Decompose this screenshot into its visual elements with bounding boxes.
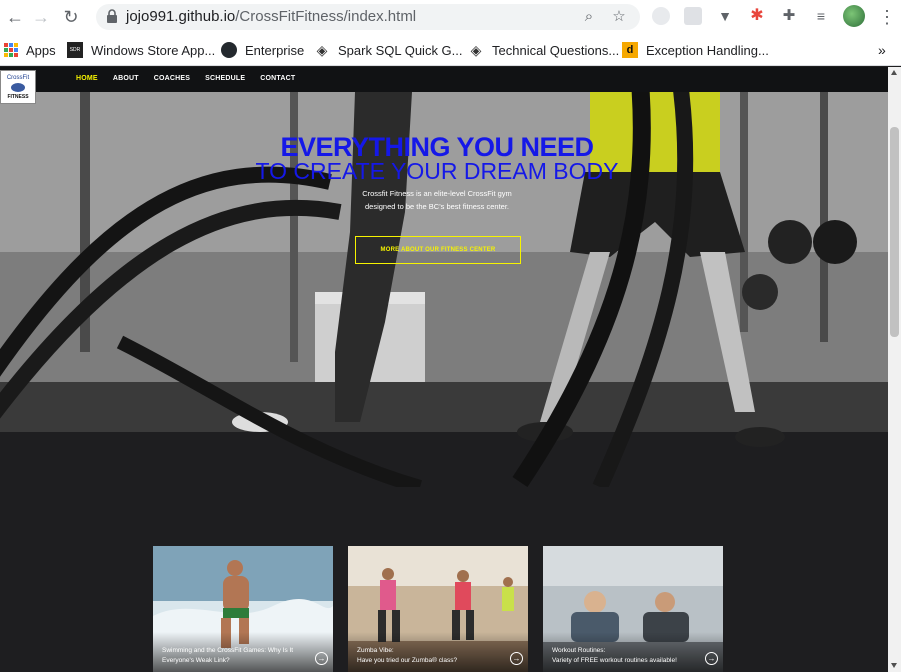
arrow-circle-icon[interactable]: →: [315, 652, 328, 665]
asterisk-icon[interactable]: ✱: [748, 7, 766, 25]
page-viewport: CrossFit FITNESS HOME ABOUT COACHES SCHE…: [0, 67, 888, 672]
bookmarks-overflow-icon[interactable]: »: [878, 41, 886, 59]
media-icon[interactable]: ≡: [812, 7, 830, 25]
page-scrollbar[interactable]: [888, 67, 901, 672]
bookmark-enterprise[interactable]: Enterprise: [221, 41, 304, 59]
zoom-icon[interactable]: ⌕: [580, 8, 598, 26]
nav-schedule[interactable]: SCHEDULE: [205, 75, 245, 82]
more-about-button[interactable]: MORE ABOUT OUR FITNESS CENTER: [355, 236, 521, 264]
scroll-up-icon[interactable]: [891, 70, 897, 75]
card-caption-line: Workout Routines:: [552, 647, 606, 654]
bookmark-technical-questions[interactable]: ◈ Technical Questions...: [468, 41, 620, 59]
diamond-icon: ◈: [470, 42, 482, 58]
skype-icon[interactable]: [652, 7, 670, 25]
bookmark-apps[interactable]: Apps: [4, 41, 56, 59]
bookmark-label: Exception Handling...: [646, 42, 769, 58]
reload-icon[interactable]: ↻: [60, 6, 82, 28]
article-card-swimming[interactable]: Swimming and the CrossFit Games: Why Is …: [153, 546, 333, 672]
scroll-down-icon[interactable]: [891, 663, 897, 668]
nav-coaches[interactable]: COACHES: [154, 75, 190, 82]
hero-banner: EVERYTHING YOU NEED TO CREATE YOUR DREAM…: [0, 92, 888, 487]
nav-contact[interactable]: CONTACT: [260, 75, 295, 82]
article-card-zumba[interactable]: Zumba Vibe: Have you tried our Zumba® cl…: [348, 546, 528, 672]
extension-grid-icon[interactable]: [684, 7, 702, 25]
puzzle-icon[interactable]: ✚: [780, 7, 798, 25]
bookmark-label: Technical Questions...: [492, 42, 620, 58]
site-logo[interactable]: CrossFit FITNESS: [0, 70, 36, 104]
hero-title-secondary: TO CREATE YOUR DREAM BODY: [255, 158, 619, 184]
sdr-icon: SDR: [67, 42, 83, 58]
diamond-icon: ◈: [316, 42, 328, 58]
address-bar[interactable]: jojo991.github.io/CrossFitFitness/index.…: [96, 4, 640, 30]
main-menu: HOME ABOUT COACHES SCHEDULE CONTACT: [76, 75, 310, 82]
hero-subtitle: Crossfit Fitness is an elite-level Cross…: [0, 187, 881, 213]
arrow-circle-icon[interactable]: →: [510, 652, 523, 665]
card-caption: Workout Routines: Variety of FREE workou…: [552, 646, 702, 666]
card-caption: Zumba Vibe: Have you tried our Zumba® cl…: [357, 646, 507, 666]
apps-grid-icon: [4, 43, 18, 57]
browser-toolbar: ← → ↻ jojo991.github.io/CrossFitFitness/…: [0, 0, 901, 34]
article-card-workout[interactable]: Workout Routines: Variety of FREE workou…: [543, 546, 723, 672]
card-caption: Swimming and the CrossFit Games: Why Is …: [162, 646, 312, 666]
arrow-circle-icon[interactable]: →: [705, 652, 718, 665]
menu-dots-icon[interactable]: ⋮: [876, 6, 898, 28]
bookmark-windows-store[interactable]: SDR Windows Store App...: [67, 41, 215, 59]
nav-home[interactable]: HOME: [76, 75, 98, 82]
scrollbar-thumb[interactable]: [890, 127, 899, 337]
github-icon: [221, 42, 237, 58]
card-caption-line: Zumba Vibe:: [357, 647, 394, 654]
site-navbar: CrossFit FITNESS HOME ABOUT COACHES SCHE…: [0, 67, 888, 104]
logo-emblem-icon: [11, 83, 25, 92]
card-caption-line: Have you tried our Zumba® class?: [357, 657, 458, 664]
bookmark-exception-handling[interactable]: d Exception Handling...: [622, 41, 769, 59]
hero-subtitle-line: Crossfit Fitness is an elite-level Cross…: [362, 189, 512, 198]
nav-about[interactable]: ABOUT: [113, 75, 139, 82]
bookmark-label: Windows Store App...: [91, 42, 216, 58]
back-icon[interactable]: ←: [4, 6, 26, 28]
card-caption-line: Everyone's Weak Link?: [162, 657, 230, 664]
logo-text: CrossFit: [6, 75, 30, 81]
bookmark-label: Apps: [26, 42, 56, 58]
url-text: jojo991.github.io/CrossFitFitness/index.…: [126, 8, 417, 25]
bookmark-star-icon[interactable]: ☆: [610, 8, 628, 26]
bookmark-spark-sql[interactable]: ◈ Spark SQL Quick G...: [314, 41, 463, 59]
avatar[interactable]: [843, 5, 865, 27]
hero-subtitle-line: designed to be the BC's best fitness cen…: [364, 202, 510, 211]
bookmark-label: Spark SQL Quick G...: [338, 42, 463, 58]
bookmarks-bar: Apps SDR Windows Store App... Enterprise…: [0, 34, 901, 66]
card-caption-line: Swimming and the CrossFit Games: Why Is …: [162, 647, 294, 654]
lock-icon: [107, 9, 117, 23]
forward-icon[interactable]: →: [30, 6, 52, 28]
logo-subtext: FITNESS: [7, 94, 29, 100]
bookmark-label: Enterprise: [245, 42, 305, 58]
vue-icon[interactable]: ▼: [716, 7, 734, 25]
d-icon: d: [622, 42, 638, 58]
card-caption-line: Variety of FREE workout routines availab…: [552, 657, 677, 664]
